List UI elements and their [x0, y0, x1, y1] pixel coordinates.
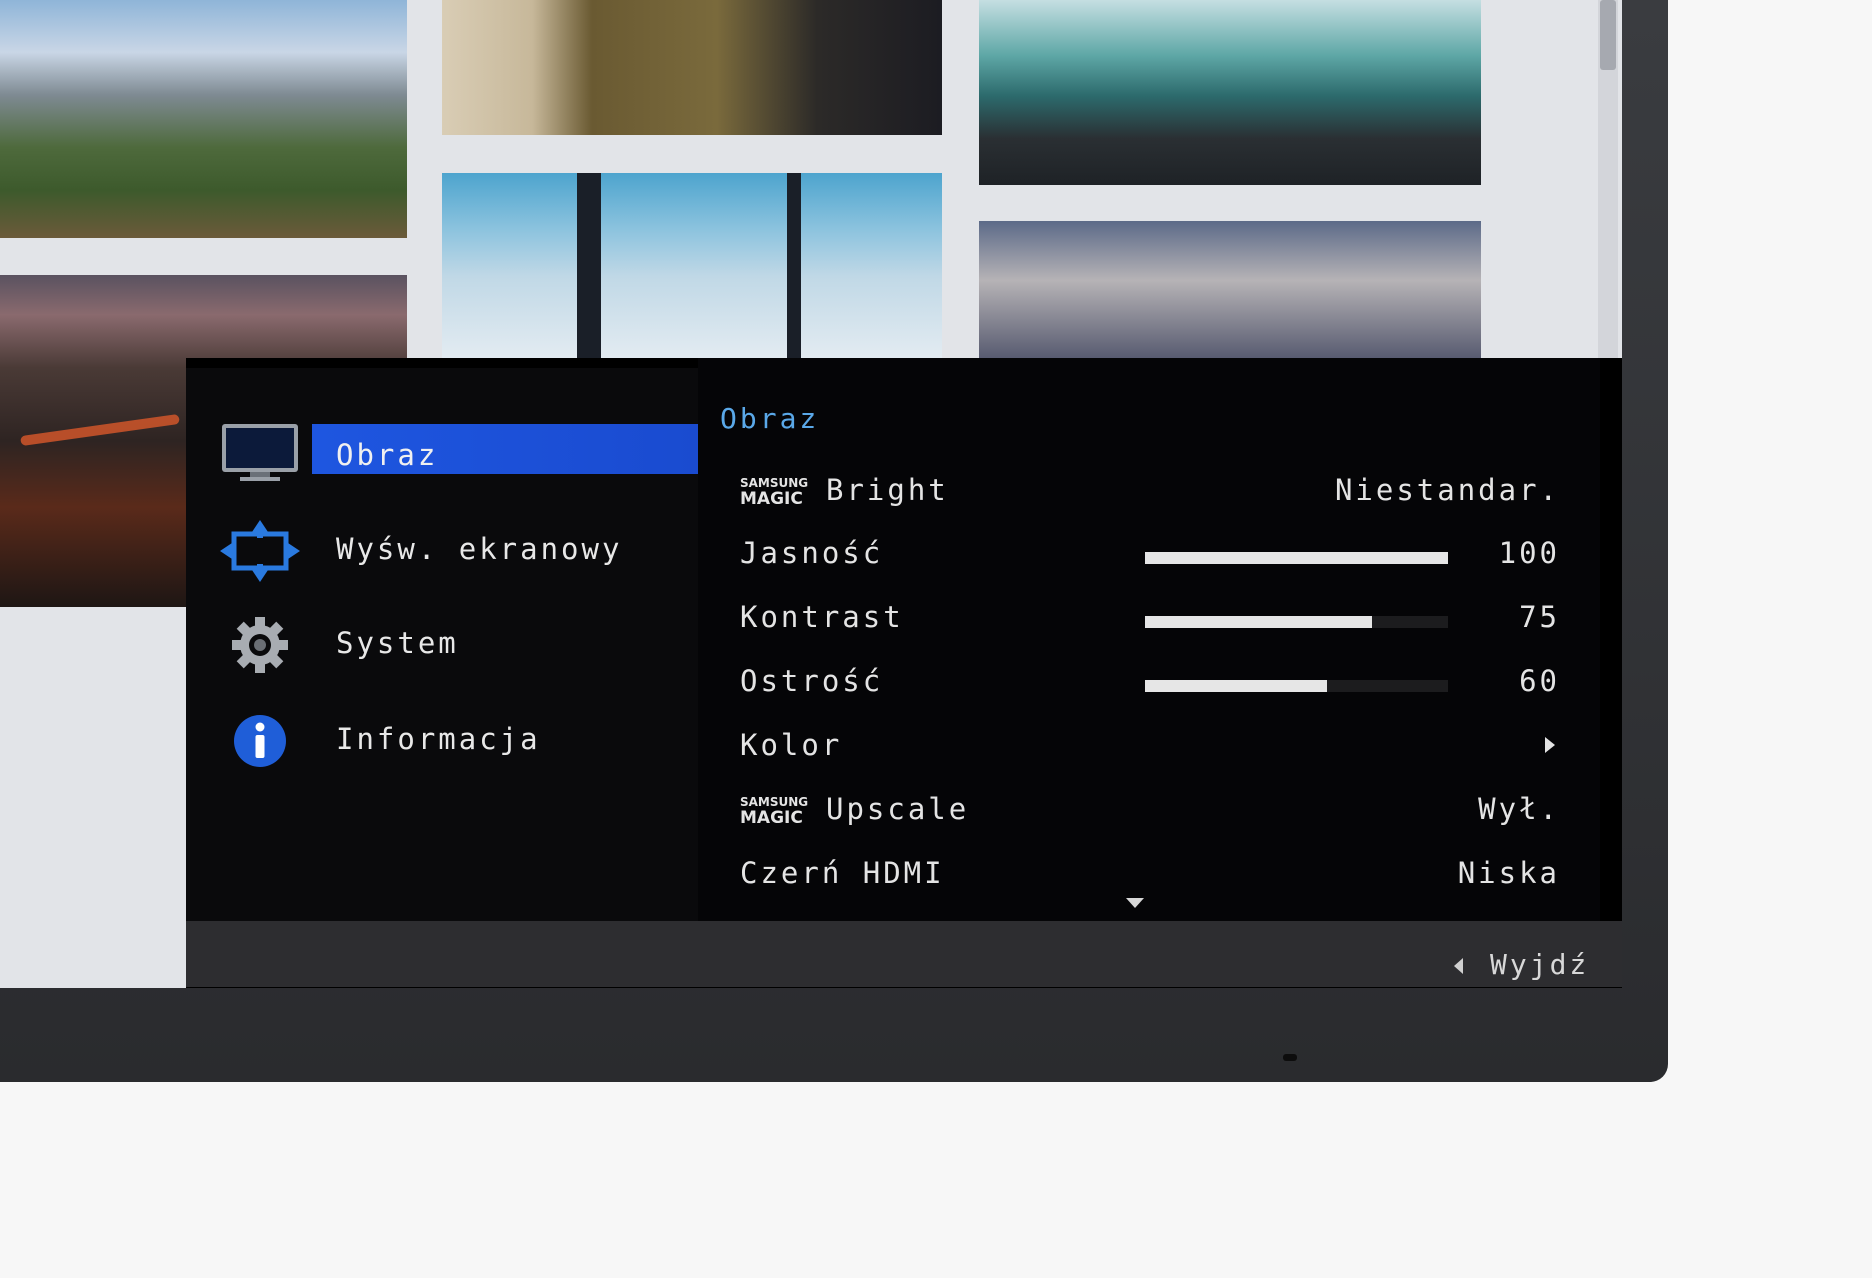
setting-czern-hdmi[interactable]: Czerń HDMI Niska [740, 848, 1560, 898]
photo-window [442, 173, 942, 361]
setting-magic-bright[interactable]: SAMSUNG MAGIC Bright Niestandar. [740, 465, 1560, 515]
setting-jasnosc[interactable]: Jasność 100 [740, 528, 1560, 578]
power-indicator [1283, 1054, 1297, 1061]
section-title: Obraz [720, 402, 820, 435]
menu-item-label: Obraz [336, 438, 439, 472]
chevron-right-icon [1545, 737, 1555, 753]
move-arrows-icon [220, 520, 300, 582]
menu-item-label: Informacja [336, 722, 541, 756]
monitor-bezel: Obraz Wyśw. ekranowy System Informacja O… [0, 0, 1668, 1082]
setting-label-text: Bright [826, 473, 949, 507]
setting-label-text: Upscale [826, 792, 970, 826]
setting-label: Jasność [740, 536, 884, 570]
gear-icon [232, 617, 288, 673]
contrast-slider[interactable] [1145, 616, 1448, 628]
setting-label: SAMSUNG MAGIC Bright [740, 473, 949, 509]
setting-value: Wył. [1478, 792, 1560, 826]
setting-value: 75 [1519, 600, 1560, 634]
setting-label: Kolor [740, 728, 843, 762]
menu-item-system[interactable]: System [214, 610, 698, 680]
scroll-down-arrow-icon[interactable] [1126, 898, 1144, 908]
setting-value: 100 [1498, 536, 1560, 570]
setting-value: Niestandar. [1334, 473, 1560, 507]
setting-kolor[interactable]: Kolor [740, 720, 1560, 770]
setting-label: Ostrość [740, 664, 884, 698]
menu-item-label: Wyśw. ekranowy [336, 532, 623, 566]
setting-label: SAMSUNG MAGIC Upscale [740, 792, 970, 828]
exit-button[interactable]: Wyjdź [1450, 944, 1610, 984]
slider-fill [1145, 680, 1327, 692]
chevron-left-icon [1454, 958, 1463, 974]
sharpness-slider[interactable] [1145, 680, 1448, 692]
setting-kontrast[interactable]: Kontrast 75 [740, 592, 1560, 642]
samsung-magic-logo: SAMSUNG MAGIC [740, 795, 809, 828]
menu-item-obraz[interactable]: Obraz [214, 418, 698, 488]
slider-fill [1145, 616, 1373, 628]
photo-hikers [0, 0, 407, 238]
monitor-icon [222, 424, 298, 481]
setting-value: Niska [1457, 856, 1560, 890]
setting-label: Czerń HDMI [740, 856, 945, 890]
menu-item-label: System [336, 626, 459, 660]
setting-value: 60 [1519, 664, 1560, 698]
setting-label: Kontrast [740, 600, 904, 634]
samsung-magic-logo: SAMSUNG MAGIC [740, 476, 809, 509]
osd-bottom-bar [186, 921, 1622, 987]
brightness-slider[interactable] [1145, 552, 1448, 564]
exit-label: Wyjdź [1490, 948, 1590, 981]
photo-waterfall [979, 0, 1481, 185]
info-icon [234, 715, 286, 767]
photo-horse [442, 0, 942, 135]
setting-magic-upscale[interactable]: SAMSUNG MAGIC Upscale Wył. [740, 784, 1560, 834]
menu-item-informacja[interactable]: Informacja [214, 706, 698, 776]
slider-fill [1145, 552, 1448, 564]
background-scrollbar-thumb[interactable] [1600, 0, 1616, 70]
setting-ostrosc[interactable]: Ostrość 60 [740, 656, 1560, 706]
menu-item-wysw-ekranowy[interactable]: Wyśw. ekranowy [214, 516, 698, 586]
